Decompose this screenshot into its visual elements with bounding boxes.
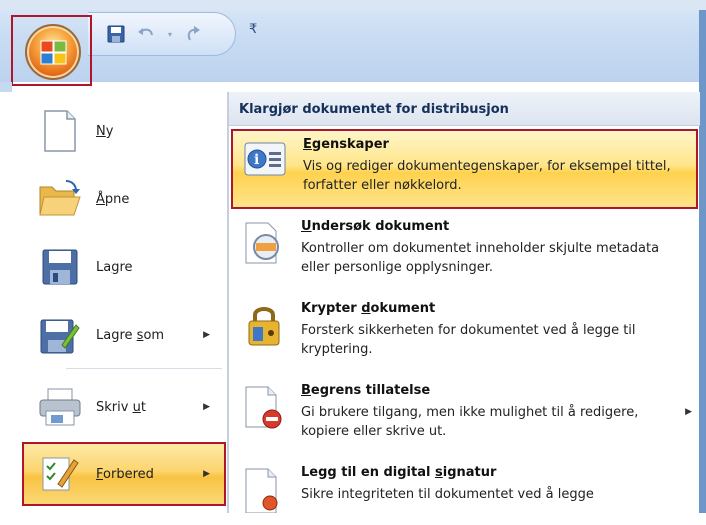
submenu-item-description: Vis og rediger dokumentegenskaper, for e…: [303, 159, 671, 193]
svg-text:i: i: [254, 152, 259, 168]
office-menu: Ny Åpne Lagre Lagre som ▶ Skriv ut ▶ For…: [0, 92, 228, 513]
save-icon[interactable]: [106, 24, 126, 44]
printer-icon: [30, 381, 90, 433]
submenu-item-description: Sikre integriteten til dokumentet ved å …: [301, 487, 594, 502]
digital-signature-icon: [237, 467, 291, 525]
save-as-icon: [30, 309, 90, 361]
menu-item-open[interactable]: Åpne: [24, 166, 224, 232]
menu-item-label: Lagre: [96, 259, 133, 275]
quick-access-toolbar: ▾: [88, 12, 236, 56]
customize-toolbar-icon[interactable]: ₹: [249, 22, 257, 37]
redo-icon[interactable]: [184, 24, 204, 44]
properties-icon: i: [239, 139, 293, 197]
menu-item-save[interactable]: Lagre: [24, 234, 224, 300]
menu-item-save-as[interactable]: Lagre som ▶: [24, 302, 224, 368]
menu-item-prepare[interactable]: Forbered ▶: [22, 442, 226, 506]
submenu-item-title: Krypter dokument: [301, 301, 436, 316]
dropdown-arrow-icon[interactable]: ▾: [166, 24, 174, 44]
save-disk-icon: [30, 241, 90, 293]
submenu-item-title: Begrens tillatelse: [301, 383, 431, 398]
menu-item-new[interactable]: Ny: [24, 98, 224, 164]
submenu-arrow-icon: ▶: [685, 407, 692, 417]
menu-item-label: Ny: [96, 123, 114, 139]
office-button[interactable]: [25, 24, 81, 80]
window-edge: [699, 10, 706, 513]
submenu-arrow-icon: ▶: [203, 469, 210, 479]
submenu-item-properties[interactable]: i Egenskaper Vis og rediger dokumentegen…: [231, 129, 698, 209]
menu-item-label: Forbered: [96, 466, 154, 482]
menu-item-label: Åpne: [96, 191, 130, 207]
menu-separator: [66, 368, 222, 369]
submenu-item-description: Gi brukere tilgang, men ikke mulighet ti…: [301, 405, 639, 439]
submenu-item-digital-signature[interactable]: Legg til en digital signatur Sikre integ…: [231, 459, 698, 513]
inspect-document-icon: [237, 221, 291, 279]
window-title-strip: [0, 0, 706, 10]
menu-item-label: Lagre som: [96, 327, 165, 343]
new-document-icon: [30, 105, 90, 157]
submenu-item-description: Forsterk sikkerheten for dokumentet ved …: [301, 323, 636, 357]
office-logo-icon: [40, 40, 68, 70]
submenu-item-inspect[interactable]: Undersøk dokument Kontroller om dokument…: [231, 213, 698, 295]
open-folder-icon: [30, 173, 90, 225]
submenu-item-title: Egenskaper: [303, 137, 389, 152]
submenu-item-title: Undersøk dokument: [301, 219, 450, 234]
submenu-item-description: Kontroller om dokumentet inneholder skju…: [301, 241, 660, 275]
submenu-item-encrypt[interactable]: Krypter dokument Forsterk sikkerheten fo…: [231, 295, 698, 377]
prepare-submenu: Klargjør dokumentet for distribusjon i E…: [228, 92, 700, 513]
title-bar: ▾ ₹: [0, 0, 706, 82]
menu-item-print[interactable]: Skriv ut ▶: [24, 374, 224, 440]
submenu-item-title: Legg til en digital signatur: [301, 465, 497, 480]
restrict-permission-icon: [237, 385, 291, 443]
prepare-document-icon: [30, 448, 90, 500]
submenu-arrow-icon: ▶: [203, 330, 210, 340]
menu-item-label: Skriv ut: [96, 399, 146, 415]
encrypt-lock-icon: [237, 303, 291, 361]
undo-icon[interactable]: [136, 24, 156, 44]
submenu-header: Klargjør dokumentet for distribusjon: [229, 92, 700, 126]
submenu-item-restrict-permission[interactable]: Begrens tillatelse Gi brukere tilgang, m…: [231, 377, 698, 459]
submenu-arrow-icon: ▶: [203, 402, 210, 412]
